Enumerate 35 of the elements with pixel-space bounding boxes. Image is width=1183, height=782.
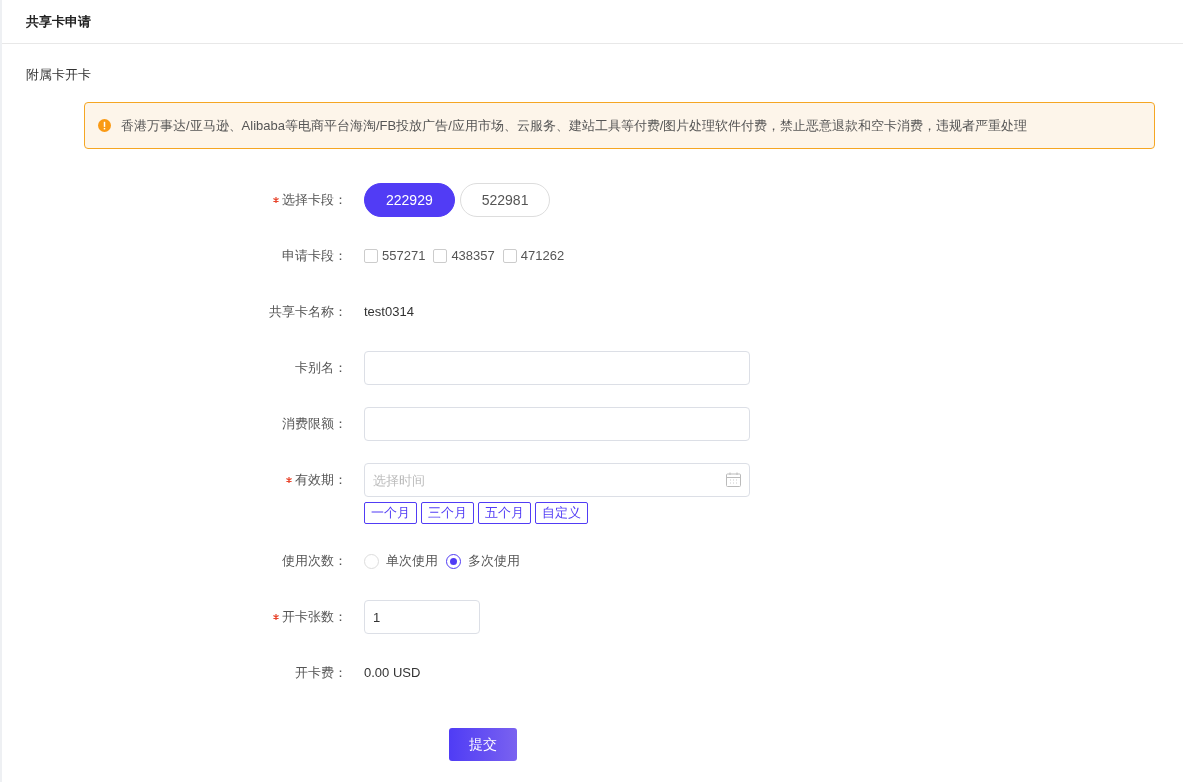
field-label: 消费限额： [282,415,347,434]
checkbox-label[interactable]: 438357 [451,246,495,266]
radio-label[interactable]: 单次使用 [386,551,438,571]
checkbox[interactable] [502,249,517,263]
checkbox[interactable] [364,249,378,263]
duration-preset-button[interactable]: 三个月 [421,502,474,524]
field-label: 共享卡名称： [269,303,347,322]
input-field[interactable] [364,351,750,385]
checkbox-label[interactable]: 557271 [382,246,426,266]
submit-button[interactable]: 提交 [449,728,517,761]
field-label: 开卡费： [295,664,347,683]
field-label: 开卡张数： [282,608,347,627]
field-label: 有效期： [295,471,347,490]
warning-icon [98,119,111,132]
duration-preset-button[interactable]: 五个月 [478,502,531,524]
checkbox-label[interactable]: 471262 [520,246,565,266]
calendar-icon [726,472,741,487]
radio-label[interactable]: 多次使用 [468,551,520,571]
field-value: 0.00 USD [364,664,421,683]
input-field[interactable] [364,407,750,441]
duration-preset-button[interactable]: 一个月 [364,502,417,524]
card-segment-option[interactable]: 522981 [459,183,551,217]
field-label: 申请卡段： [282,247,347,266]
field-label: 卡别名： [295,359,347,378]
field-label: 使用次数： [282,552,347,571]
date-field[interactable]: 选择时间 [364,463,750,497]
duration-preset-button[interactable]: 自定义 [535,502,588,524]
alert-text: 香港万事达/亚马逊、Alibaba等电商平台海淘/FB投放广告/应用市场、云服务、建站工具等付费/图片处理软件付费，禁止恶意退款和空卡消费，违规者严重处理 [121,116,1028,135]
field-value: test0314 [364,303,414,322]
field-label: 选择卡段： [282,191,347,210]
section-title: 附属卡开卡 [26,67,91,82]
checkbox[interactable] [433,249,448,263]
card-segment-option[interactable]: 222929 [364,183,455,217]
page-title: 共享卡申请 [2,0,1183,44]
input-field[interactable]: 1 [364,600,480,634]
